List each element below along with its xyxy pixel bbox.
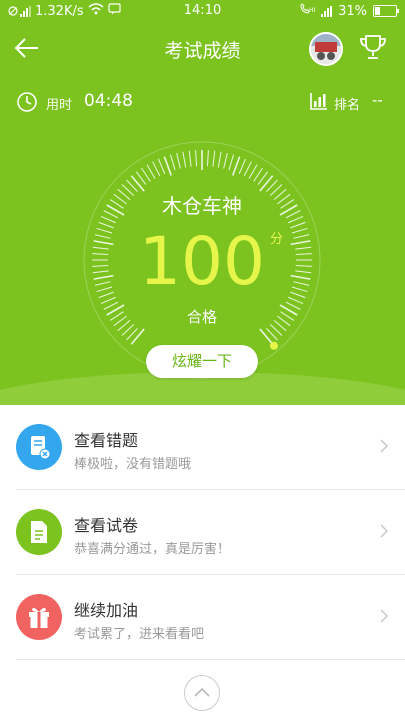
gauge-tick bbox=[259, 328, 274, 345]
gauge-tick bbox=[152, 161, 161, 177]
chevron-up-icon bbox=[194, 687, 210, 697]
gauge-tick bbox=[232, 156, 241, 176]
list-item-title: 查看错题 bbox=[74, 431, 139, 450]
list-item-subtitle: 考试累了，进来看看吧 bbox=[74, 627, 205, 642]
stats-row: 用时 04:48 排名 -- bbox=[0, 88, 405, 116]
gauge-tick bbox=[248, 164, 258, 179]
gauge-tick bbox=[217, 151, 222, 168]
list-item-wrong-questions[interactable]: 查看错题 棒极啦，没有错题哦 bbox=[16, 405, 405, 490]
rank-value: -- bbox=[372, 91, 383, 109]
gauge-tick bbox=[188, 150, 192, 167]
gauge-tick bbox=[243, 161, 252, 177]
time-label: 用时 bbox=[46, 98, 73, 113]
list-item-keep-going[interactable]: 继续加油 考试累了，进来看看吧 bbox=[16, 575, 405, 660]
avatar[interactable] bbox=[309, 32, 343, 66]
page-title: 考试成绩 bbox=[164, 40, 241, 62]
paper-icon bbox=[16, 509, 62, 555]
pass-status: 合格 bbox=[186, 308, 217, 326]
list-item-view-paper[interactable]: 查看试卷 恭喜满分通过，真是厉害！ bbox=[16, 490, 405, 575]
result-header: 1.32K/s 14:10 HD 31% 考试成绩 bbox=[0, 0, 405, 405]
gauge-tick bbox=[163, 156, 172, 176]
nav-bar: 考试成绩 bbox=[0, 26, 405, 70]
gauge-tick bbox=[206, 150, 209, 167]
cell-signal-icon bbox=[321, 5, 333, 17]
score-gauge: 木仓车神 100 分 合格 bbox=[82, 140, 322, 380]
gauge-tick bbox=[130, 175, 145, 192]
gauge-tick bbox=[182, 151, 187, 168]
list-item-subtitle: 恭喜满分通过，真是厉害！ bbox=[74, 542, 231, 557]
chevron-right-icon bbox=[379, 523, 389, 539]
share-button[interactable]: 炫耀一下 bbox=[146, 345, 258, 378]
time-value: 04:48 bbox=[84, 91, 133, 111]
rank-chart-icon bbox=[309, 91, 329, 111]
gift-icon bbox=[16, 594, 62, 640]
svg-text:HD: HD bbox=[309, 7, 315, 14]
score-value: 100 bbox=[139, 223, 265, 300]
gauge-tick bbox=[223, 152, 228, 169]
gauge-tick bbox=[176, 152, 181, 169]
gauge-tick bbox=[169, 154, 176, 171]
user-nickname: 木仓车神 bbox=[162, 194, 242, 218]
rank-label: 排名 bbox=[334, 98, 361, 113]
gauge-tick bbox=[195, 150, 198, 167]
chevron-right-icon bbox=[379, 438, 389, 454]
gauge-tick bbox=[212, 150, 216, 167]
list-item-title: 继续加油 bbox=[74, 601, 139, 620]
list-item-subtitle: 棒极啦，没有错题哦 bbox=[74, 457, 192, 472]
scroll-up-button[interactable] bbox=[184, 675, 220, 711]
score-unit: 分 bbox=[270, 232, 284, 247]
gauge-tick bbox=[253, 167, 263, 182]
gauge-tick bbox=[157, 158, 166, 174]
gauge-tick bbox=[141, 167, 151, 182]
chevron-right-icon bbox=[379, 608, 389, 624]
action-list: 查看错题 棒极啦，没有错题哦 查看试卷 恭喜满分通过，真是厉害！ 继续加油 考试… bbox=[0, 405, 405, 660]
wrong-questions-icon bbox=[16, 424, 62, 470]
list-item-title: 查看试卷 bbox=[74, 516, 139, 535]
call-icon: HD bbox=[299, 3, 319, 19]
gauge-tick bbox=[146, 164, 156, 179]
gauge-tick bbox=[130, 328, 145, 345]
gauge-tick bbox=[259, 175, 274, 192]
battery-icon bbox=[373, 5, 399, 17]
clock-icon bbox=[16, 91, 38, 113]
status-bar: 1.32K/s 14:10 HD 31% bbox=[0, 0, 405, 22]
battery-percent: 31% bbox=[338, 3, 367, 19]
gauge-pointer bbox=[269, 341, 278, 350]
trophy-icon[interactable] bbox=[358, 32, 388, 62]
gauge-tick bbox=[238, 158, 247, 174]
gauge-tick bbox=[228, 154, 235, 171]
